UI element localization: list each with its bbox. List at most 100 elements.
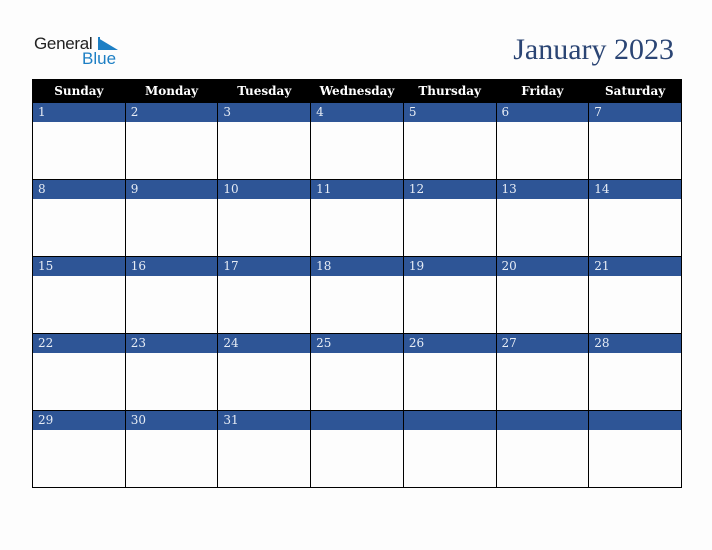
day-notes-area[interactable] bbox=[125, 353, 218, 410]
day-notes-area[interactable] bbox=[589, 122, 681, 179]
day-number bbox=[403, 411, 496, 430]
day-notes-area[interactable] bbox=[589, 353, 681, 410]
day-cell[interactable]: 27 bbox=[495, 333, 590, 411]
day-notes-area[interactable] bbox=[33, 353, 125, 410]
day-cell[interactable]: 19 bbox=[402, 256, 497, 334]
day-cell[interactable]: 1 bbox=[32, 102, 126, 180]
day-notes-area[interactable] bbox=[311, 276, 403, 333]
logo: General Blue bbox=[34, 34, 124, 70]
day-notes-area[interactable] bbox=[403, 122, 496, 179]
day-number: 21 bbox=[589, 257, 681, 276]
day-number: 2 bbox=[125, 103, 218, 122]
day-notes-area[interactable] bbox=[311, 353, 403, 410]
day-cell[interactable]: 7 bbox=[588, 102, 682, 180]
day-cell[interactable]: 2 bbox=[124, 102, 219, 180]
day-notes-area[interactable] bbox=[33, 276, 125, 333]
day-cell[interactable]: 26 bbox=[402, 333, 497, 411]
day-cell[interactable]: 23 bbox=[124, 333, 219, 411]
logo-text-blue: Blue bbox=[82, 49, 117, 68]
day-cell[interactable] bbox=[310, 410, 404, 488]
day-notes-area[interactable] bbox=[589, 276, 681, 333]
day-number bbox=[311, 411, 403, 430]
day-cell[interactable]: 12 bbox=[402, 179, 497, 257]
week-row: 15 16 17 18 19 20 21 bbox=[32, 256, 682, 334]
day-cell[interactable]: 24 bbox=[217, 333, 312, 411]
day-number: 1 bbox=[33, 103, 125, 122]
day-notes-area[interactable] bbox=[125, 430, 218, 487]
day-notes-area[interactable] bbox=[311, 430, 403, 487]
day-notes-area[interactable] bbox=[218, 276, 311, 333]
weekday-header: Monday bbox=[124, 79, 219, 103]
day-number: 6 bbox=[496, 103, 589, 122]
day-cell[interactable] bbox=[495, 410, 590, 488]
day-cell[interactable]: 4 bbox=[310, 102, 404, 180]
day-cell[interactable]: 28 bbox=[588, 333, 682, 411]
day-number: 12 bbox=[403, 180, 496, 199]
day-notes-area[interactable] bbox=[403, 353, 496, 410]
week-row: 22 23 24 25 26 27 28 bbox=[32, 333, 682, 411]
day-number: 28 bbox=[589, 334, 681, 353]
day-notes-area[interactable] bbox=[496, 353, 589, 410]
day-number bbox=[496, 411, 589, 430]
day-cell[interactable]: 20 bbox=[495, 256, 590, 334]
day-cell[interactable]: 6 bbox=[495, 102, 590, 180]
day-cell[interactable]: 25 bbox=[310, 333, 404, 411]
day-notes-area[interactable] bbox=[589, 430, 681, 487]
day-cell[interactable]: 15 bbox=[32, 256, 126, 334]
day-notes-area[interactable] bbox=[589, 199, 681, 256]
day-cell[interactable]: 30 bbox=[124, 410, 219, 488]
day-number: 16 bbox=[125, 257, 218, 276]
day-cell[interactable]: 17 bbox=[217, 256, 312, 334]
day-cell[interactable]: 10 bbox=[217, 179, 312, 257]
day-notes-area[interactable] bbox=[496, 122, 589, 179]
day-number: 18 bbox=[311, 257, 403, 276]
day-number: 24 bbox=[218, 334, 311, 353]
day-notes-area[interactable] bbox=[403, 430, 496, 487]
weekday-header: Friday bbox=[495, 79, 590, 103]
weekday-header: Sunday bbox=[32, 79, 126, 103]
day-notes-area[interactable] bbox=[403, 276, 496, 333]
day-cell[interactable]: 14 bbox=[588, 179, 682, 257]
day-notes-area[interactable] bbox=[33, 199, 125, 256]
day-cell[interactable] bbox=[402, 410, 497, 488]
day-number: 29 bbox=[33, 411, 125, 430]
day-cell[interactable]: 11 bbox=[310, 179, 404, 257]
day-cell[interactable]: 8 bbox=[32, 179, 126, 257]
day-number: 10 bbox=[218, 180, 311, 199]
day-cell[interactable]: 29 bbox=[32, 410, 126, 488]
day-cell[interactable]: 16 bbox=[124, 256, 219, 334]
day-cell[interactable]: 3 bbox=[217, 102, 312, 180]
day-notes-area[interactable] bbox=[218, 353, 311, 410]
day-notes-area[interactable] bbox=[33, 122, 125, 179]
day-cell[interactable]: 21 bbox=[588, 256, 682, 334]
weekday-header-row: Sunday Monday Tuesday Wednesday Thursday… bbox=[32, 79, 682, 103]
day-cell[interactable]: 22 bbox=[32, 333, 126, 411]
day-cell[interactable]: 13 bbox=[495, 179, 590, 257]
day-number: 9 bbox=[125, 180, 218, 199]
day-cell[interactable]: 9 bbox=[124, 179, 219, 257]
day-notes-area[interactable] bbox=[496, 430, 589, 487]
day-cell[interactable]: 18 bbox=[310, 256, 404, 334]
day-notes-area[interactable] bbox=[496, 199, 589, 256]
day-notes-area[interactable] bbox=[218, 122, 311, 179]
day-cell[interactable]: 31 bbox=[217, 410, 312, 488]
day-number: 30 bbox=[125, 411, 218, 430]
day-notes-area[interactable] bbox=[33, 430, 125, 487]
day-notes-area[interactable] bbox=[125, 122, 218, 179]
weekday-header: Saturday bbox=[588, 79, 682, 103]
day-cell[interactable]: 5 bbox=[402, 102, 497, 180]
day-notes-area[interactable] bbox=[125, 199, 218, 256]
day-number: 5 bbox=[403, 103, 496, 122]
day-notes-area[interactable] bbox=[125, 276, 218, 333]
day-number: 3 bbox=[218, 103, 311, 122]
day-notes-area[interactable] bbox=[218, 430, 311, 487]
day-cell[interactable] bbox=[588, 410, 682, 488]
day-notes-area[interactable] bbox=[311, 122, 403, 179]
day-notes-area[interactable] bbox=[496, 276, 589, 333]
day-number: 23 bbox=[125, 334, 218, 353]
day-notes-area[interactable] bbox=[218, 199, 311, 256]
week-row: 1234567 bbox=[32, 102, 682, 180]
day-number: 14 bbox=[589, 180, 681, 199]
day-notes-area[interactable] bbox=[403, 199, 496, 256]
day-notes-area[interactable] bbox=[311, 199, 403, 256]
